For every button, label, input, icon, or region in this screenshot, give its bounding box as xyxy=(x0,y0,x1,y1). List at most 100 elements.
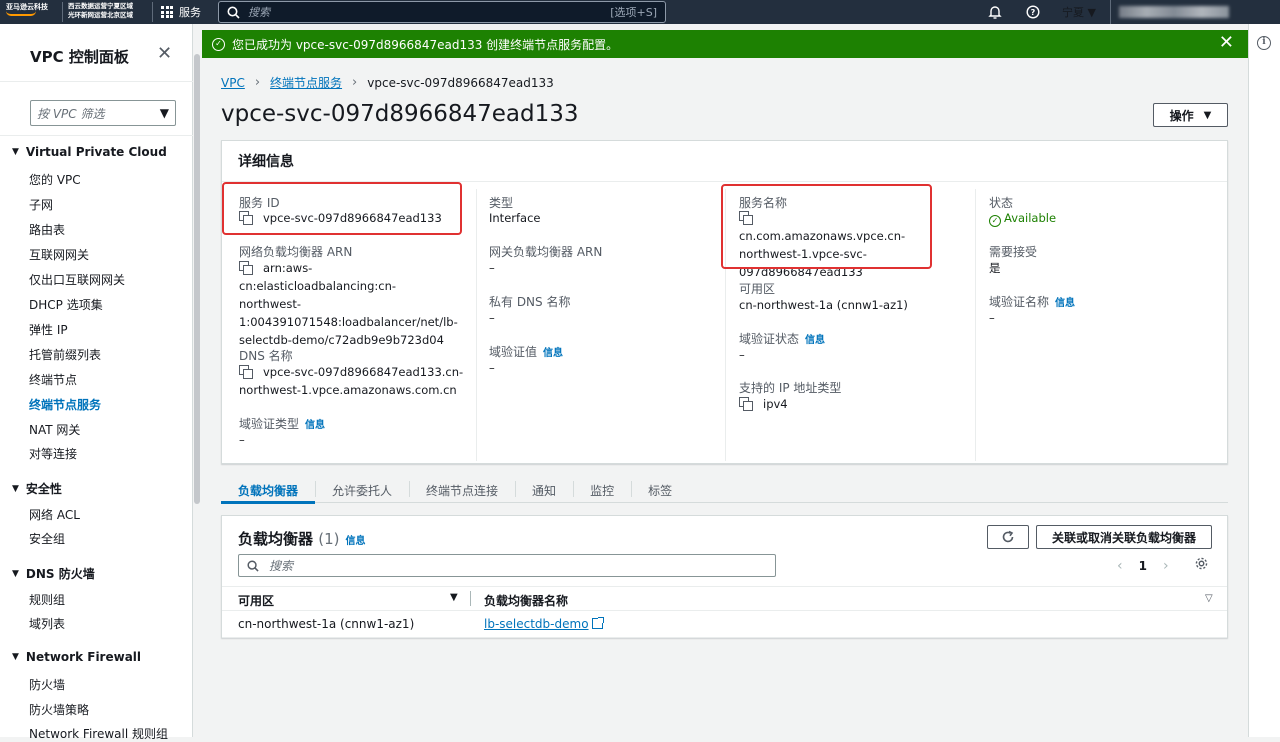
associate-load-balancer-button[interactable]: 关联或取消关联负载均衡器 xyxy=(1036,525,1212,549)
close-sidebar-icon[interactable]: ✕ xyxy=(157,45,172,63)
region-label: 宁夏 xyxy=(1062,6,1085,19)
chevron-left-icon[interactable]: ‹ xyxy=(1117,558,1123,574)
sidebar-item-elastic-ips[interactable]: 弹性 IP xyxy=(29,321,68,338)
sidebar-item-domain-lists[interactable]: 域列表 xyxy=(29,615,65,632)
breadcrumb-vpc[interactable]: VPC xyxy=(221,76,245,90)
page-number[interactable]: 1 xyxy=(1139,559,1147,573)
row-lb-name: lb-selectdb-demo xyxy=(484,617,604,631)
account-menu[interactable] xyxy=(1110,0,1280,24)
top-nav-right: ? 宁夏 ▼ xyxy=(976,0,1280,24)
global-search-input[interactable]: 搜索 [选项+S] xyxy=(218,1,666,23)
sidebar-item-nat-gateways[interactable]: NAT 网关 xyxy=(29,421,80,438)
tab-monitoring[interactable]: 监控 xyxy=(573,476,631,503)
sidebar-item-firewalls[interactable]: 防火墙 xyxy=(29,676,65,693)
domain-verification-name-label: 域验证名称 信息 xyxy=(989,293,1075,310)
region-info-line1: 西云数据运营宁夏区域 xyxy=(68,2,133,10)
sidebar-item-egress-only-igw[interactable]: 仅出口互联网网关 xyxy=(29,271,125,288)
preferences-button[interactable] xyxy=(1194,556,1209,574)
sidebar-divider xyxy=(0,81,193,82)
sidebar-section-network-firewall[interactable]: ▼ Network Firewall xyxy=(12,650,141,664)
domain-verification-type-label: 域验证类型 信息 xyxy=(239,415,325,432)
sidebar-scrollbar[interactable] xyxy=(194,24,201,737)
sidebar-item-firewall-policies[interactable]: 防火墙策略 xyxy=(29,701,89,718)
dns-name-label: DNS 名称 xyxy=(239,349,293,363)
sidebar-item-network-acls[interactable]: 网络 ACL xyxy=(29,506,80,523)
region-selector[interactable]: 宁夏 ▼ xyxy=(1052,4,1110,20)
help-panel-strip: i xyxy=(1248,24,1280,737)
sidebar-section-vpc[interactable]: ▼ Virtual Private Cloud xyxy=(12,145,167,159)
sidebar-item-internet-gateways[interactable]: 互联网网关 xyxy=(29,246,89,263)
info-link[interactable]: 信息 xyxy=(543,348,563,359)
sidebar-item-managed-prefix-lists[interactable]: 托管前缀列表 xyxy=(29,346,101,363)
info-link[interactable]: 信息 xyxy=(346,536,366,547)
copy-icon[interactable] xyxy=(239,261,253,275)
dns-name-value: vpce-svc-097d8966847ead133.cn- northwest… xyxy=(239,363,469,399)
sidebar-item-subnets[interactable]: 子网 xyxy=(29,196,53,213)
sidebar-section-security[interactable]: ▼ 安全性 xyxy=(12,480,62,497)
column-header-lb-name[interactable]: 负载均衡器名称 xyxy=(484,592,568,609)
sidebar-item-nf-rule-groups[interactable]: Network Firewall 规则组 xyxy=(29,725,168,742)
sidebar-item-route-tables[interactable]: 路由表 xyxy=(29,221,65,238)
lb-name-link[interactable]: lb-selectdb-demo xyxy=(484,617,589,631)
caret-down-icon: ▼ xyxy=(12,652,19,662)
lb-title-text: 负载均衡器 xyxy=(238,530,314,548)
actions-dropdown-button[interactable]: 操作 ▼ xyxy=(1153,103,1228,127)
highlight-service-name xyxy=(721,184,932,269)
info-link[interactable]: 信息 xyxy=(1055,298,1075,309)
tab-endpoint-connections[interactable]: 终端节点连接 xyxy=(409,476,515,503)
chevron-right-icon[interactable]: › xyxy=(1163,558,1169,574)
sidebar-item-endpoint-services[interactable]: 终端节点服务 xyxy=(29,396,101,413)
aws-china-logo[interactable]: 亚马逊云科技 xyxy=(0,0,62,24)
copy-icon[interactable] xyxy=(739,397,753,411)
breadcrumb-current: vpce-svc-097d8966847ead133 xyxy=(367,75,554,90)
bell-icon xyxy=(988,6,1002,19)
success-check-icon: ✓ xyxy=(212,37,225,51)
external-link-icon[interactable] xyxy=(591,617,604,629)
caret-down-icon: ▼ xyxy=(1203,109,1212,121)
tab-notifications[interactable]: 通知 xyxy=(515,476,573,503)
status-badge: Available xyxy=(1004,211,1057,225)
nlb-arn-line: 1:004391071548:loadbalancer/net/lb- xyxy=(239,315,458,329)
lb-search-input[interactable]: 搜索 xyxy=(238,554,776,577)
info-link[interactable]: 信息 xyxy=(305,420,325,431)
actions-label: 操作 xyxy=(1169,108,1194,123)
private-dns-label: 私有 DNS 名称 xyxy=(489,295,571,309)
breadcrumb: VPC › 终端节点服务 › vpce-svc-097d8966847ead13… xyxy=(221,74,554,91)
caret-down-icon: ▼ xyxy=(12,483,19,494)
private-dns-value: – xyxy=(489,311,495,325)
info-link[interactable]: 信息 xyxy=(805,335,825,346)
caret-down-icon: ▼ xyxy=(159,106,169,120)
label-text: 域验证状态 xyxy=(739,332,800,346)
notifications-button[interactable] xyxy=(976,0,1014,24)
sidebar-item-your-vpcs[interactable]: 您的 VPC xyxy=(29,171,81,188)
row-az: cn-northwest-1a (cnnw1-az1) xyxy=(238,617,415,631)
sort-caret-down-icon[interactable]: ▼ xyxy=(450,592,458,603)
breadcrumb-endpoint-services[interactable]: 终端节点服务 xyxy=(270,74,342,91)
vpc-filter-select[interactable]: 按 VPC 筛选 ▼ xyxy=(30,100,176,126)
dismiss-flash-icon[interactable]: ✕ xyxy=(1219,34,1234,52)
details-header xyxy=(222,141,1227,182)
tab-allow-principals[interactable]: 允许委托人 xyxy=(315,476,409,503)
sidebar-item-security-groups[interactable]: 安全组 xyxy=(29,530,65,547)
tab-tags[interactable]: 标签 xyxy=(631,476,689,503)
column-header-az[interactable]: 可用区 xyxy=(238,592,274,609)
details-tabs: 负载均衡器 允许委托人 终端节点连接 通知 监控 标签 xyxy=(221,476,1228,504)
help-button[interactable]: ? xyxy=(1014,0,1052,24)
sidebar-section-dns-firewall[interactable]: ▼ DNS 防火墙 xyxy=(12,565,95,582)
caret-down-icon: ▼ xyxy=(12,568,19,579)
refresh-button[interactable] xyxy=(987,525,1029,549)
scrollbar-thumb[interactable] xyxy=(194,54,200,504)
sidebar-item-rule-groups[interactable]: 规则组 xyxy=(29,591,65,608)
tab-load-balancers[interactable]: 负载均衡器 xyxy=(221,476,316,504)
services-menu-button[interactable]: 服务 xyxy=(153,0,211,24)
blurred-account-name xyxy=(1119,6,1229,18)
label-text: 域验证名称 xyxy=(989,295,1050,309)
sidebar-item-dhcp-option-sets[interactable]: DHCP 选项集 xyxy=(29,296,103,313)
copy-icon[interactable] xyxy=(239,365,253,379)
caret-down-icon: ▼ xyxy=(1087,6,1096,19)
sidebar-item-peering-connections[interactable]: 对等连接 xyxy=(29,445,77,462)
sort-triangle-icon[interactable]: ▽ xyxy=(1205,593,1213,604)
ip-address-types-value: ipv4 xyxy=(739,395,788,413)
sidebar-item-endpoints[interactable]: 终端节点 xyxy=(29,371,77,388)
info-icon[interactable]: i xyxy=(1257,36,1271,50)
